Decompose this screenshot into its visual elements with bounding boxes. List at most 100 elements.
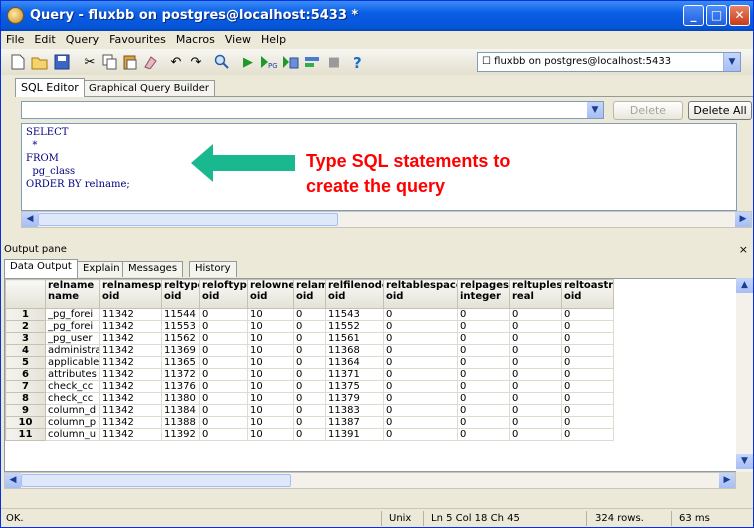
table-row[interactable]: 4 administra 11342 11369 0 10 0 11368 0 0 0 0	[5, 344, 614, 357]
menu-file[interactable]: File	[1, 31, 29, 46]
table-row[interactable]: 5 applicable 11342 11365 0 10 0 11364 0 0 0 0	[5, 356, 614, 369]
tab-messages[interactable]: Messages	[122, 261, 184, 277]
scroll-down-icon[interactable]: ▼	[736, 454, 753, 469]
delete-all-button[interactable]: Delete All	[688, 101, 752, 120]
column-header[interactable]: reltuples real	[509, 279, 562, 309]
table-cell: 11544	[161, 308, 200, 321]
help-icon[interactable]: ?	[349, 53, 367, 71]
row-number[interactable]: 11	[5, 428, 46, 441]
row-number[interactable]: 1	[5, 308, 46, 321]
chevron-down-icon[interactable]: ▼	[723, 53, 740, 71]
title-bar[interactable]: Query - fluxbb on postgres@localhost:543…	[1, 1, 753, 31]
column-header[interactable]: relowneroid	[247, 279, 294, 309]
undo-icon[interactable]: ↶	[167, 53, 185, 71]
save-icon[interactable]	[53, 53, 71, 71]
column-header[interactable]: reltypeoid	[161, 279, 200, 309]
menu-view[interactable]: View	[220, 31, 256, 46]
column-name: reltype	[164, 280, 199, 292]
menu-query[interactable]: Query	[61, 31, 104, 46]
tab-history[interactable]: History	[189, 261, 237, 277]
column-type: real	[512, 291, 534, 302]
query-history-select[interactable]: ▼	[21, 101, 604, 119]
table-row[interactable]: 10 column_p 11342 11388 0 10 0 11387 0 0 0 0	[5, 416, 614, 429]
execute-icon[interactable]: ▶	[239, 53, 257, 71]
grid-horizontal-scrollbar[interactable]: ◀ ▶	[4, 472, 736, 489]
column-header[interactable]: relam oid	[293, 279, 326, 309]
tab-data-output[interactable]: Data Output	[4, 259, 78, 278]
row-number[interactable]: 9	[5, 404, 46, 417]
menu-edit[interactable]: Edit	[29, 31, 60, 46]
row-number[interactable]: 10	[5, 416, 46, 429]
new-file-icon[interactable]	[9, 53, 27, 71]
editor-horizontal-scrollbar[interactable]: ◀ ▶	[21, 211, 752, 228]
table-cell: 0	[561, 428, 614, 441]
table-row[interactable]: 2 _pg_forei 11342 11553 0 10 0 11552 0 0 0 0	[5, 320, 614, 333]
table-row[interactable]: 9 column_d 11342 11384 0 10 0 11383 0 0 0 0	[5, 404, 614, 417]
table-row[interactable]: 8 check_cc 11342 11380 0 10 0 11379 0 0 0 0	[5, 392, 614, 405]
table-row[interactable]: 6 attributes 11342 11372 0 10 0 11371 0 0 0 0	[5, 368, 614, 381]
execute-to-file-icon[interactable]	[281, 53, 299, 71]
column-header[interactable]: reloftypeoid	[199, 279, 248, 309]
column-header[interactable]: reltablespace oid	[383, 279, 458, 309]
execute-pgscript-icon[interactable]: PG	[259, 53, 277, 71]
connection-select[interactable]: ☐ fluxbb on postgres@localhost:5433 ▼	[477, 52, 741, 72]
row-number[interactable]: 8	[5, 392, 46, 405]
paste-icon[interactable]	[121, 53, 139, 71]
cut-icon[interactable]: ✂	[81, 53, 99, 71]
table-cell: 0	[509, 368, 562, 381]
scroll-thumb[interactable]	[38, 213, 338, 226]
redo-icon[interactable]: ↷	[187, 53, 205, 71]
row-number[interactable]: 5	[5, 356, 46, 369]
menu-help[interactable]: Help	[256, 31, 291, 46]
column-header[interactable]: relfilenode oid	[325, 279, 384, 309]
clear-icon[interactable]	[141, 53, 159, 71]
scroll-right-icon[interactable]: ▶	[719, 473, 735, 488]
close-button[interactable]: ✕	[729, 5, 750, 26]
table-cell: 0	[561, 404, 614, 417]
column-header[interactable]: relpages integer	[457, 279, 510, 309]
scroll-left-icon[interactable]: ◀	[5, 473, 21, 488]
data-grid[interactable]: relnamenamerelnamespaceoidreltypeoidrelo…	[4, 278, 753, 472]
column-header[interactable]: relname name	[45, 279, 100, 309]
tab-explain[interactable]: Explain	[77, 261, 126, 277]
table-cell: 0	[509, 344, 562, 357]
delete-button[interactable]: Delete	[613, 101, 683, 120]
table-cell: check_cc	[45, 392, 100, 405]
maximize-button[interactable]: □	[706, 5, 727, 26]
grid-vertical-scrollbar[interactable]: ▲ ▼	[736, 278, 753, 472]
scroll-right-icon[interactable]: ▶	[735, 212, 751, 227]
minimize-button[interactable]: _	[683, 5, 704, 26]
close-icon[interactable]: ×	[739, 243, 748, 256]
copy-icon[interactable]	[101, 53, 119, 71]
column-header[interactable]: relnamespaceoid	[99, 279, 162, 309]
row-number[interactable]: 6	[5, 368, 46, 381]
chevron-down-icon[interactable]: ▼	[587, 102, 603, 118]
table-cell: 0	[561, 392, 614, 405]
find-icon[interactable]	[213, 53, 231, 71]
tab-sql-editor[interactable]: SQL Editor	[15, 78, 85, 97]
table-row[interactable]: 3 _pg_user 11342 11562 0 10 0 11561 0 0 0 0	[5, 332, 614, 345]
row-number[interactable]: 2	[5, 320, 46, 333]
table-cell: 0	[509, 356, 562, 369]
table-row[interactable]: 7 check_cc 11342 11376 0 10 0 11375 0 0 0 0	[5, 380, 614, 393]
explain-icon[interactable]	[303, 53, 321, 71]
open-folder-icon[interactable]	[31, 53, 49, 71]
row-number[interactable]: 4	[5, 344, 46, 357]
row-number[interactable]: 3	[5, 332, 46, 345]
table-cell: 0	[383, 344, 458, 357]
tab-graphical-query-builder[interactable]: Graphical Query Builder	[83, 80, 215, 96]
table-cell: administra	[45, 344, 100, 357]
table-cell: 0	[199, 380, 248, 393]
cancel-query-icon[interactable]: ■	[325, 53, 343, 71]
column-header[interactable]: reltoastreoid	[561, 279, 614, 309]
table-cell: 10	[247, 404, 294, 417]
scroll-left-icon[interactable]: ◀	[22, 212, 38, 227]
menu-favourites[interactable]: Favourites	[104, 31, 171, 46]
table-row[interactable]: 11 column_u 11342 11392 0 10 0 11391 0 0 0 0	[5, 428, 614, 441]
table-cell: 0	[561, 332, 614, 345]
scroll-thumb[interactable]	[21, 474, 291, 487]
table-row[interactable]: 1 _pg_forei 11342 11544 0 10 0 11543 0 0 0 0	[5, 308, 614, 321]
row-number[interactable]: 7	[5, 380, 46, 393]
scroll-up-icon[interactable]: ▲	[736, 278, 753, 293]
menu-macros[interactable]: Macros	[171, 31, 220, 46]
